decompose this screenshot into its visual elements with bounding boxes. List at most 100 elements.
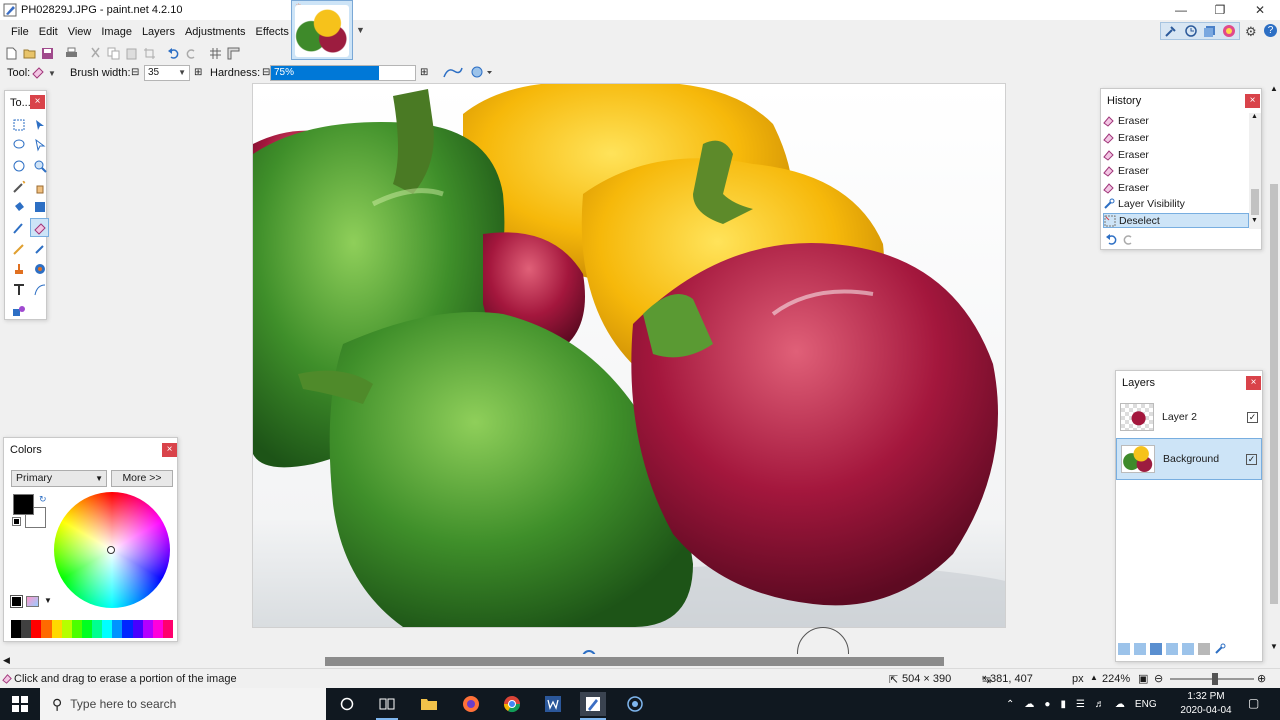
history-scroll-up-icon[interactable]: ▲ — [1251, 113, 1258, 120]
battery-icon[interactable]: ▮ — [1060, 699, 1066, 710]
scroll-up-icon[interactable]: ▲ — [1270, 84, 1278, 93]
cortana-icon[interactable] — [334, 692, 360, 716]
pencil-tool-icon[interactable] — [9, 239, 28, 258]
history-scrollbar[interactable]: ▲ ▼ — [1249, 113, 1261, 229]
task-view-icon[interactable] — [374, 692, 400, 716]
menu-image[interactable]: Image — [96, 22, 137, 42]
tools-close-button[interactable]: × — [30, 95, 45, 109]
color-mode-dropdown-icon[interactable]: ▼ — [95, 471, 103, 486]
eraser-tool-icon[interactable] — [30, 218, 49, 238]
zoom-level[interactable]: 224% — [1102, 673, 1130, 685]
brush-width-decrease-icon[interactable]: ⊟ — [131, 67, 139, 78]
current-tool-eraser-icon[interactable] — [31, 65, 45, 82]
swap-colors-icon[interactable]: ↻ — [39, 494, 47, 505]
zoom-tool-icon[interactable] — [30, 156, 49, 175]
duplicate-layer-icon[interactable] — [1150, 643, 1162, 655]
document-tab[interactable]: ✳ — [291, 0, 353, 60]
rectangle-select-tool-icon[interactable] — [9, 115, 28, 134]
paste-icon[interactable] — [124, 46, 139, 61]
language-indicator[interactable]: ENG — [1135, 699, 1157, 710]
hardness-increase-icon[interactable]: ⊞ — [420, 67, 428, 78]
history-item-selected[interactable]: Deselect — [1103, 213, 1249, 228]
notifications-icon[interactable]: ▢ — [1248, 696, 1259, 710]
layer-visibility-checkbox[interactable]: ✓ — [1246, 453, 1257, 465]
close-window-button[interactable]: ✕ — [1240, 0, 1280, 20]
hardness-slider[interactable]: 75% — [270, 65, 416, 81]
crop-icon[interactable] — [142, 46, 157, 61]
help-icon[interactable]: ? — [1264, 24, 1277, 37]
history-toggle-icon[interactable] — [1184, 24, 1198, 41]
zoom-slider-thumb[interactable] — [1212, 673, 1218, 685]
microphone-icon[interactable]: ● — [1044, 699, 1050, 710]
palette-swatch[interactable] — [41, 620, 52, 638]
move-layer-up-icon[interactable] — [1182, 643, 1194, 655]
antialiasing-icon[interactable] — [442, 65, 466, 82]
palette-menu-icon[interactable] — [26, 596, 39, 607]
layers-toggle-icon[interactable] — [1203, 24, 1217, 41]
layer-properties-icon[interactable] — [1214, 643, 1226, 655]
palette-swatch[interactable] — [132, 620, 143, 638]
palette-swatch[interactable] — [21, 620, 32, 638]
network-icon[interactable]: ☰ — [1076, 699, 1085, 710]
paintbrush-tool-icon[interactable] — [9, 218, 28, 237]
history-item[interactable]: Eraser — [1103, 130, 1249, 145]
word-icon[interactable] — [540, 692, 566, 716]
move-layer-down-icon[interactable] — [1198, 643, 1210, 655]
pan-tool-icon[interactable] — [30, 177, 49, 196]
history-item[interactable]: Layer Visibility — [1103, 196, 1249, 211]
layer-row[interactable]: Layer 2 ✓ — [1116, 396, 1262, 438]
history-item[interactable]: Eraser — [1103, 147, 1249, 162]
cloud-sync-icon[interactable]: ☁ — [1115, 699, 1125, 710]
layer-visibility-checkbox[interactable]: ✓ — [1247, 411, 1258, 423]
cut-icon[interactable] — [88, 46, 103, 61]
history-item[interactable]: Eraser — [1103, 163, 1249, 178]
line-curve-tool-icon[interactable] — [30, 281, 49, 300]
tray-overflow-icon[interactable]: ⌃ — [1006, 699, 1014, 710]
firefox-icon[interactable] — [458, 692, 484, 716]
color-palette[interactable] — [11, 620, 173, 638]
volume-icon[interactable]: ♬ — [1095, 699, 1105, 710]
restore-button[interactable]: ❐ — [1200, 0, 1240, 20]
history-item[interactable]: Eraser — [1103, 113, 1249, 128]
ellipse-select-tool-icon[interactable] — [9, 156, 28, 175]
blend-mode-icon[interactable] — [470, 65, 494, 82]
recolor-tool-icon[interactable] — [30, 260, 49, 279]
menu-view[interactable]: View — [63, 22, 97, 42]
palette-swatch[interactable] — [61, 620, 72, 638]
brush-width-dropdown-icon[interactable]: ▼ — [178, 66, 186, 80]
grid-icon[interactable] — [208, 46, 223, 61]
menu-file[interactable]: File — [6, 22, 34, 42]
move-selected-tool-icon[interactable] — [30, 115, 49, 134]
palette-swatch[interactable] — [152, 620, 163, 638]
move-selection-tool-icon[interactable] — [30, 136, 49, 155]
palette-swatch[interactable] — [122, 620, 133, 638]
shapes-tool-icon[interactable] — [9, 301, 28, 320]
print-icon[interactable] — [64, 46, 79, 61]
menu-effects[interactable]: Effects — [251, 22, 294, 42]
copy-icon[interactable] — [106, 46, 121, 61]
colors-close-button[interactable]: × — [162, 443, 177, 457]
menu-edit[interactable]: Edit — [34, 22, 63, 42]
vertical-scroll-thumb[interactable] — [1270, 184, 1278, 604]
save-icon[interactable] — [40, 46, 55, 61]
horizontal-scroll-thumb[interactable] — [325, 657, 944, 666]
gradient-tool-icon[interactable] — [30, 198, 49, 217]
zoom-fit-icon[interactable]: ▣ — [1138, 672, 1148, 685]
minimize-button[interactable]: — — [1161, 0, 1201, 20]
palette-swatch[interactable] — [102, 620, 113, 638]
palette-swatch[interactable] — [142, 620, 153, 638]
scroll-left-icon[interactable]: ◀ — [3, 655, 10, 666]
layer-row-selected[interactable]: Background ✓ — [1116, 438, 1262, 480]
magic-wand-tool-icon[interactable] — [9, 177, 28, 196]
primary-color-swatch[interactable] — [13, 494, 34, 515]
paintnet-taskbar-icon[interactable] — [580, 692, 606, 716]
chrome-icon[interactable] — [499, 692, 525, 716]
color-picker-tool-icon[interactable] — [30, 239, 49, 258]
new-file-icon[interactable] — [4, 46, 19, 61]
canvas-image[interactable] — [253, 84, 1005, 627]
history-close-button[interactable]: × — [1245, 94, 1260, 108]
lasso-select-tool-icon[interactable] — [9, 136, 28, 155]
redo-icon[interactable] — [184, 46, 199, 61]
menu-layers[interactable]: Layers — [137, 22, 180, 42]
scroll-down-icon[interactable]: ▼ — [1270, 642, 1278, 651]
